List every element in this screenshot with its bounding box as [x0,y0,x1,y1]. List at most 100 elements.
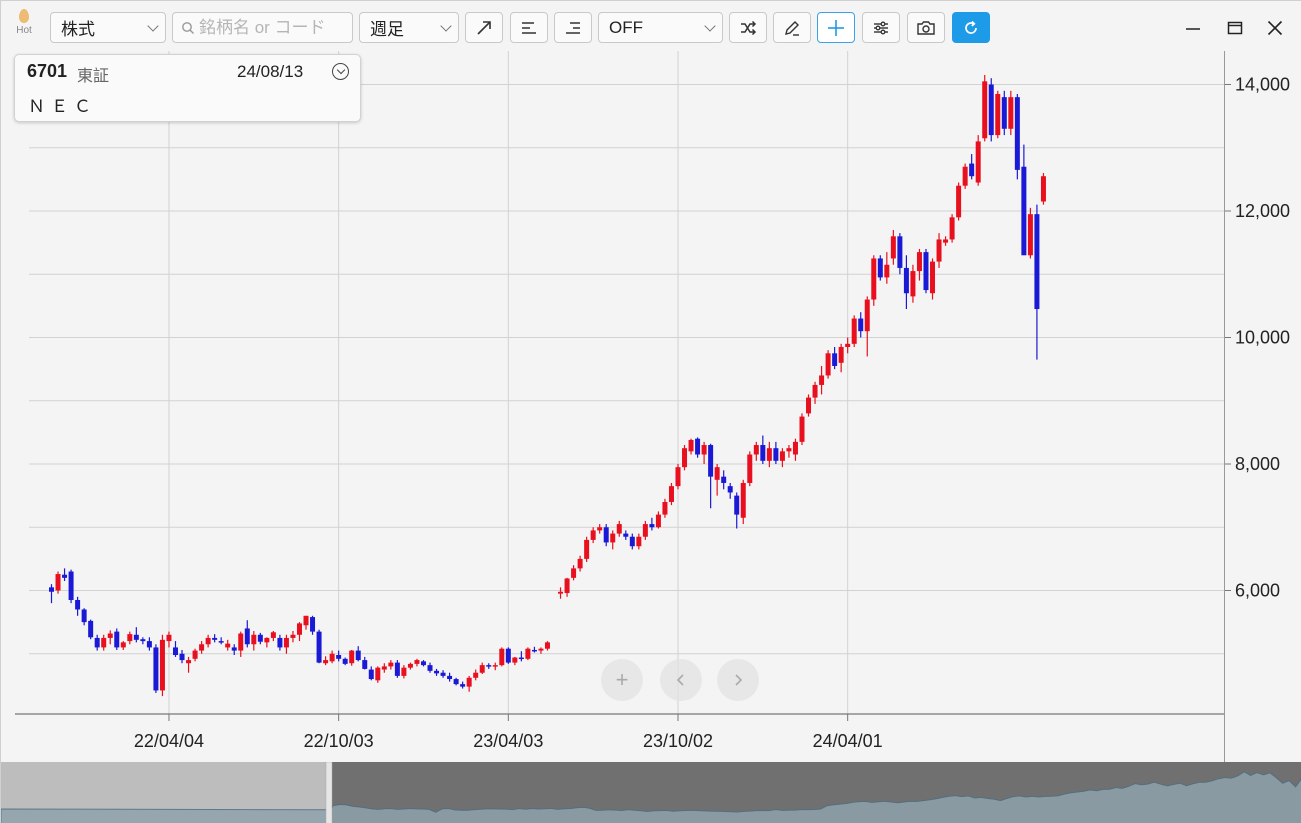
candle-body [616,524,622,534]
candle-body [936,239,942,262]
candle-body [584,539,590,559]
y-tick-label: 8,000 [1235,454,1280,474]
candle-body [695,438,701,455]
candle-body [916,252,922,272]
draw-button[interactable] [773,12,811,43]
candle-body [799,416,805,442]
candle-body [434,670,440,674]
candle-body [290,634,296,638]
candle-body [133,634,139,640]
scroll-left-button[interactable] [660,659,702,701]
candle-body [303,615,309,626]
chart-settings-button[interactable] [862,12,900,43]
candle-body [342,658,348,664]
candle-body [701,445,707,455]
period-select[interactable]: 週足 [359,12,459,43]
align-right-button[interactable] [554,12,592,43]
candle-body [231,647,237,651]
candle-body [995,93,1001,136]
candle-body [283,637,289,648]
candle-body [819,375,825,385]
candle-body [179,653,185,661]
scroll-right-button[interactable] [717,659,759,701]
minimize-icon [1186,28,1200,30]
candle-body [610,533,616,543]
candle-body [636,536,642,547]
candle-body [212,637,218,640]
asset-type-select[interactable]: 株式 [50,12,166,43]
candle-body [734,495,740,515]
candle-body [199,644,205,651]
candle-body [806,397,812,414]
candle-body [186,660,192,664]
x-tick-label: 24/04/01 [813,731,883,751]
symbol-search[interactable] [172,12,353,43]
candle-body [773,448,779,461]
candle-body [440,672,446,676]
candle-body [310,617,316,632]
minimize-button[interactable] [1180,15,1206,41]
candle-body [747,454,753,483]
candle-body [166,634,172,642]
refresh-button[interactable] [952,12,990,43]
candle-body [460,684,466,687]
candle-body [355,650,361,661]
candle-body [1027,214,1033,256]
candle-body [577,558,583,569]
y-tick-label: 14,000 [1235,75,1290,95]
candle-body [544,642,550,649]
candle-body [114,631,120,648]
search-input[interactable] [199,17,349,38]
maximize-button[interactable] [1222,15,1248,41]
candle-body [721,476,727,483]
candle-body [1034,214,1040,310]
x-tick-label: 23/04/03 [473,731,543,751]
x-tick-label: 23/10/02 [643,731,713,751]
navigator-handle-left[interactable] [325,762,333,823]
candle-body [1001,97,1007,129]
candle-body [975,141,981,183]
candle-body [753,445,759,455]
candle-body [597,527,603,531]
candle-body [923,252,929,291]
candle-body [218,641,224,643]
market-name: 東証 [77,68,110,85]
expand-chevron-icon[interactable] [332,63,349,80]
search-icon [182,21,194,34]
range-navigator[interactable] [1,762,1301,823]
candle-body [381,666,387,670]
candle-body [877,258,883,278]
align-left-button[interactable] [510,12,548,43]
trendline-button[interactable] [465,12,503,43]
settings-sliders-icon [874,21,888,34]
chevron-down-icon [704,19,716,32]
quote-date: 24/08/13 [237,62,304,81]
zoom-in-button[interactable]: + [601,659,643,701]
chart-app-window: 6,000 8,000 10,000 12,000 14,000 22/04/04 22/… [0,0,1301,823]
chevron-down-icon [147,19,159,32]
candle-body [499,648,505,666]
indicator-select[interactable]: OFF [598,12,723,43]
pencil-icon [785,20,799,36]
candle-body [238,633,244,651]
candle-body [727,486,733,493]
candle-body [62,574,68,578]
candle-body [531,649,537,652]
candle-body [655,514,661,528]
shuffle-button[interactable] [729,12,767,43]
shuffle-icon [741,20,757,35]
hot-button[interactable]: Hot [9,9,39,45]
candle-body [94,637,100,648]
align-left-icon [522,21,536,34]
close-button[interactable] [1262,15,1288,41]
align-right-icon [566,21,580,34]
crosshair-button[interactable] [817,12,855,43]
candle-body [1021,166,1027,256]
candle-body [81,609,87,623]
candle-body [623,533,629,537]
screenshot-button[interactable] [907,12,945,43]
candle-body [740,482,746,518]
candle-body [159,639,165,691]
candle-body [323,660,329,664]
chevron-left-icon [676,674,684,686]
